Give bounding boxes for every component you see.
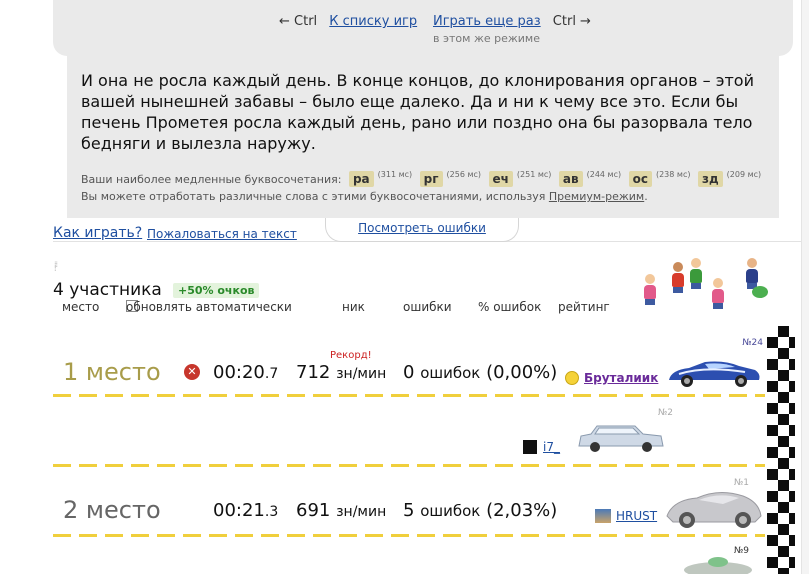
errors-word: ошибок	[420, 364, 481, 382]
slow-combos-label: Ваши наиболее медленные буквосочетания:	[81, 173, 342, 186]
col-rating: рейтинг	[558, 300, 610, 314]
player-rank: №24	[742, 338, 763, 348]
premium-suffix: .	[644, 190, 648, 203]
place-label: 2 место	[63, 496, 161, 524]
race-time: 00:20.7	[213, 362, 278, 383]
top-nav-panel: ← Ctrl К списку игр Играть еще раз Ctrl …	[53, 0, 793, 56]
how-to-play-link[interactable]: Как играть?	[53, 225, 142, 241]
combo-time: (251 мс)	[516, 170, 552, 179]
combo-badge: рг	[419, 171, 443, 187]
combo-time: (256 мс)	[446, 170, 482, 179]
bonus-badge: +50% очков	[173, 283, 260, 298]
drag-handle-icon[interactable]: ⁞⁞ ⁞	[54, 261, 58, 273]
time-main: 00:20	[213, 362, 265, 383]
typing-speed: 712 зн/мин	[296, 362, 386, 383]
player-link[interactable]: i7_	[543, 440, 560, 454]
typing-speed: 691 зн/мин	[296, 500, 386, 521]
race-time: 00:21.3	[213, 500, 278, 521]
car-icon	[666, 492, 762, 528]
combo-badge: ав	[558, 171, 583, 187]
time-main: 00:21	[213, 500, 265, 521]
race-row: i7_ №2	[53, 402, 765, 472]
nav-next: Играть еще раз Ctrl →	[433, 14, 591, 29]
slow-combos: Ваши наиболее медленные буквосочетания: …	[81, 170, 761, 187]
errors-word: ошибок	[420, 502, 481, 520]
player-link[interactable]: Бруталиик	[584, 371, 658, 385]
combo-time: (238 мс)	[655, 170, 691, 179]
player-rank: №2	[657, 408, 673, 418]
play-again-link[interactable]: Играть еще раз	[433, 14, 541, 29]
row-divider	[53, 464, 765, 467]
speed-unit: зн/мин	[336, 504, 387, 520]
premium-prefix: Вы можете отработать различные слова с э…	[81, 190, 546, 203]
premium-hint: Вы можете отработать различные слова с э…	[81, 190, 648, 203]
avatar	[523, 440, 537, 454]
game-list-link[interactable]: К списку игр	[329, 14, 417, 29]
place-label: 1 место	[63, 358, 161, 386]
players-group-icon	[640, 256, 772, 309]
race-row: №9	[53, 542, 765, 574]
time-fraction: .3	[264, 504, 279, 520]
car-icon	[578, 425, 664, 452]
player-nick: i7_	[523, 440, 560, 454]
text-panel: И она не росла каждый день. В конце конц…	[67, 56, 779, 218]
speed-value: 712	[296, 362, 331, 383]
combo-time: (311 мс)	[377, 170, 413, 179]
combo-badge: ра	[348, 171, 374, 187]
speed-unit: зн/мин	[336, 366, 387, 382]
complain-link[interactable]: Пожаловаться на текст	[147, 227, 297, 241]
combo-time: (209 мс)	[726, 170, 762, 179]
speed-value: 691	[296, 500, 331, 521]
car-icon	[669, 361, 760, 387]
player-rank: №9	[733, 546, 749, 556]
errors-pct: (0,00%)	[486, 362, 558, 383]
col-errors: ошибки	[403, 300, 452, 314]
close-icon[interactable]: ✕	[184, 364, 200, 380]
errors-pct: (2,03%)	[486, 500, 558, 521]
combo-badge: зд	[697, 171, 723, 187]
scrollbar[interactable]	[801, 0, 809, 574]
avatar	[595, 509, 611, 523]
prev-hotkey: ← Ctrl	[279, 14, 318, 29]
smiley-icon	[565, 371, 579, 385]
next-hotkey: Ctrl →	[552, 14, 591, 29]
car-icon	[684, 557, 752, 574]
view-errors-tab[interactable]: Посмотреть ошибки	[325, 218, 519, 242]
combo-badge: ос	[628, 171, 652, 187]
combo-badge: еч	[488, 171, 513, 187]
col-place: место	[62, 300, 100, 314]
finish-line	[767, 326, 795, 574]
col-errors-pct: % ошибок	[478, 300, 542, 314]
play-again-subtitle: в этом же режиме	[433, 32, 540, 45]
row-divider	[53, 394, 765, 397]
player-nick: Бруталиик	[565, 371, 658, 385]
typed-text: И она не росла каждый день. В конце конц…	[81, 71, 754, 153]
record-badge: Рекорд!	[330, 350, 372, 361]
player-link[interactable]: HRUST	[616, 509, 657, 523]
error-count: 0 ошибок (0,00%)	[403, 362, 557, 383]
errors-value: 0	[403, 362, 415, 383]
nav-prev: ← Ctrl К списку игр	[279, 14, 417, 29]
row-divider	[53, 534, 765, 537]
player-nick: HRUST	[595, 509, 657, 523]
errors-value: 5	[403, 500, 415, 521]
view-errors-link[interactable]: Посмотреть ошибки	[358, 221, 486, 235]
auto-update-label: обновлять автоматически	[126, 300, 292, 314]
combo-time: (244 мс)	[586, 170, 622, 179]
time-fraction: .7	[264, 366, 279, 382]
col-nick: ник	[342, 300, 365, 314]
error-count: 5 ошибок (2,03%)	[403, 500, 557, 521]
premium-link[interactable]: Премиум-режим	[549, 190, 644, 203]
participants-count: 4 участника	[53, 280, 162, 300]
